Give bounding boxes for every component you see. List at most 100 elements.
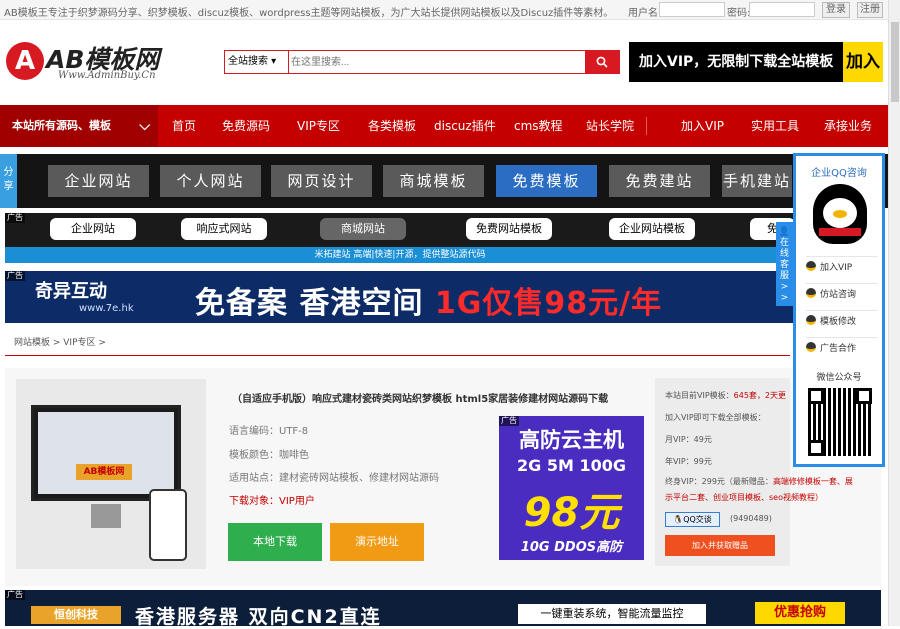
banner-button[interactable]: 网页设计 — [271, 165, 372, 197]
search-scope-value: 全站搜索 — [228, 56, 268, 67]
search-icon — [596, 56, 608, 68]
metinfo-ad-banner[interactable]: 广告 企业网站 响应式网站 商城网站 免费网站模板 企业网站模板 免 米拓建站 … — [5, 213, 795, 263]
nav-item-free-source[interactable]: 免费源码 — [222, 105, 270, 147]
ad-brand: 恒创科技 — [31, 606, 121, 624]
share-label: 分享 — [3, 167, 14, 192]
chevron-down-icon: ⌵ — [139, 118, 150, 134]
scrollbar-thumb[interactable] — [891, 22, 899, 102]
vip-lifetime-label: 终身VIP：299元（最新赠品： — [665, 477, 773, 486]
join-vip-button[interactable]: 加入并获取赠品 — [665, 535, 775, 556]
vip-banner[interactable]: 加入VIP，无限制下载全站模板 加入 — [629, 42, 883, 82]
banner-button[interactable]: 免费模板 — [496, 165, 597, 197]
username-label: 用户名: — [628, 8, 662, 19]
search-input[interactable] — [291, 53, 581, 71]
banner-button[interactable]: 免费网站模板 — [466, 218, 552, 240]
all-categories-menu[interactable]: 本站所有源码、模板 ⌵ — [0, 105, 158, 147]
nav-item-tools[interactable]: 实用工具 — [751, 105, 799, 147]
banner-strip-text: 米拓建站 高端|快速|开源，提供整站源代码 — [5, 247, 795, 263]
nav-item-cms[interactable]: cms教程 — [514, 105, 563, 147]
penguin-icon[interactable] — [813, 184, 867, 244]
ad-slogan-a: 免备案 香港空间 — [195, 286, 435, 321]
product-thumbnail[interactable]: AB模板网 — [16, 379, 206, 569]
login-button[interactable]: 登录 — [822, 2, 850, 18]
qq-icon — [806, 315, 816, 325]
ad-slogan: 免备案 香港空间 1G仅售98元/年 — [195, 278, 662, 322]
banner-button[interactable]: 商城模板 — [383, 165, 484, 197]
banner-button[interactable]: 企业网站 — [50, 218, 136, 240]
local-download-button[interactable]: 本地下载 — [228, 523, 322, 561]
vip-count: 本站目前VIP模板：645套，2天更 — [665, 390, 786, 401]
banner-button[interactable]: 免费建站 — [609, 165, 710, 197]
breadcrumb[interactable]: 网站模板 > VIP专区 > — [5, 334, 790, 356]
banner-button[interactable]: 企业网站 — [48, 165, 149, 197]
vip-banner-tag: 加入 — [843, 42, 883, 82]
nav-item-join-vip[interactable]: 加入VIP — [681, 105, 724, 147]
hosting-ad-banner[interactable]: 广告 奇异互动 www.7e.hk 免备案 香港空间 1G仅售98元/年 — [5, 271, 795, 323]
online-service-tab[interactable]: 👤 在线客服>> — [776, 222, 793, 306]
category-banner: 企业网站 个人网站 网页设计 商城模板 免费模板 免费建站 手机建站 — [0, 154, 888, 208]
consult-item-clone[interactable]: 仿站咨询 — [806, 283, 878, 305]
cloud-ad-line4: 10G DDOS高防 — [520, 540, 623, 555]
ad-feature: 一键重装系统，智能流量监控 — [518, 604, 706, 624]
search-button[interactable] — [585, 51, 619, 73]
qq-icon — [806, 261, 816, 271]
consult-item-vip[interactable]: 加入VIP — [806, 256, 878, 278]
vip-count-value: 645套 — [733, 391, 757, 400]
qq-chat-label: QQ交谈 — [683, 515, 712, 524]
search-bar: 全站搜索 ▾ — [224, 50, 620, 74]
qq-icon — [806, 342, 816, 352]
vip-info-box: 本站目前VIP模板：645套，2天更 加入VIP即可下载全部模板： 月VIP：4… — [655, 378, 853, 566]
ad-label: 广告 — [5, 271, 25, 281]
server-ad-banner[interactable]: 广告 恒创科技 香港服务器 双向CN2直连 一键重装系统，智能流量监控 优惠抢购 — [5, 590, 881, 628]
ad-buy-button[interactable]: 优惠抢购 — [755, 602, 845, 624]
ad-slogan-b: 1G仅售98元/年 — [434, 286, 663, 321]
search-scope-select[interactable]: 全站搜索 ▾ — [225, 51, 289, 73]
ad-label: 广告 — [5, 213, 25, 223]
vip-lifetime-gift[interactable]: 高端修修模板一套、展 — [773, 477, 853, 486]
logo-mark: A — [6, 42, 44, 80]
vip-gift-more[interactable]: 示平台二套、创业项目模板、seo视频教程） — [665, 492, 823, 503]
demo-button[interactable]: 演示地址 — [330, 523, 424, 561]
nav-item-templates[interactable]: 各类模板 — [368, 105, 416, 147]
nav-item-academy[interactable]: 站长学院 — [586, 105, 634, 147]
page-scrollbar[interactable] — [888, 0, 900, 626]
qq-number: (9490489) — [730, 514, 772, 523]
banner-button[interactable]: 企业网站模板 — [609, 218, 695, 240]
consult-item-label: 加入VIP — [820, 263, 853, 273]
consult-item-label: 广告合作 — [820, 344, 857, 354]
banner-button[interactable]: 手机建站 — [722, 165, 792, 197]
cloud-host-ad[interactable]: 广告 高防云主机 2G 5M 100G 98元 10G DDOS高防 — [499, 416, 644, 560]
vip-note: 加入VIP即可下载全部模板： — [665, 413, 766, 422]
banner-button[interactable]: 商城网站 — [320, 218, 406, 240]
cloud-ad-price: 98元 — [523, 490, 620, 536]
online-service-label: 在线客服>> — [779, 238, 789, 303]
register-button[interactable]: 注册 — [857, 2, 883, 18]
nav-item-discuz[interactable]: discuz插件 — [434, 105, 496, 147]
phone-image — [149, 489, 187, 561]
logo-url: Www.AdminBuy.Cn — [58, 70, 156, 81]
main-nav: 本站所有源码、模板 ⌵ 首页 免费源码 VIP专区 各类模板 discuz插件 c… — [0, 105, 888, 147]
product-color: 模板颜色：咖啡色 — [229, 450, 309, 461]
password-input[interactable] — [749, 2, 815, 17]
banner-button[interactable]: 个人网站 — [160, 165, 261, 197]
monitor-image: AB模板网 — [31, 405, 181, 501]
consult-item-label: 模板修改 — [820, 317, 857, 327]
product-site: 适用站点：建材瓷砖网站模板、修建材网站源码 — [229, 473, 439, 484]
qq-chat-button[interactable]: 🐧QQ交谈 — [665, 512, 720, 527]
vip-month: 月VIP：49元 — [665, 435, 712, 444]
ad-headline: 香港服务器 双向CN2直连 — [135, 606, 382, 628]
site-logo[interactable]: A AB模板网 Www.AdminBuy.Cn — [6, 40, 176, 84]
vip-year: 年VIP：99元 — [665, 457, 712, 466]
nav-item-vip[interactable]: VIP专区 — [297, 105, 340, 147]
nav-item-business[interactable]: 承接业务 — [824, 105, 872, 147]
qq-icon — [806, 288, 816, 298]
username-input[interactable] — [659, 2, 725, 17]
nav-item-home[interactable]: 首页 — [172, 105, 196, 147]
consult-item-modify[interactable]: 模板修改 — [806, 310, 878, 332]
consult-item-ads[interactable]: 广告合作 — [806, 337, 878, 359]
panel-title: 企业QQ咨询 — [811, 168, 867, 179]
share-tab[interactable]: 分享 — [0, 154, 17, 208]
qq-icon: 🐧 — [673, 515, 684, 524]
banner-button[interactable]: 响应式网站 — [181, 218, 267, 240]
cloud-ad-line1: 高防云主机 — [519, 428, 624, 452]
